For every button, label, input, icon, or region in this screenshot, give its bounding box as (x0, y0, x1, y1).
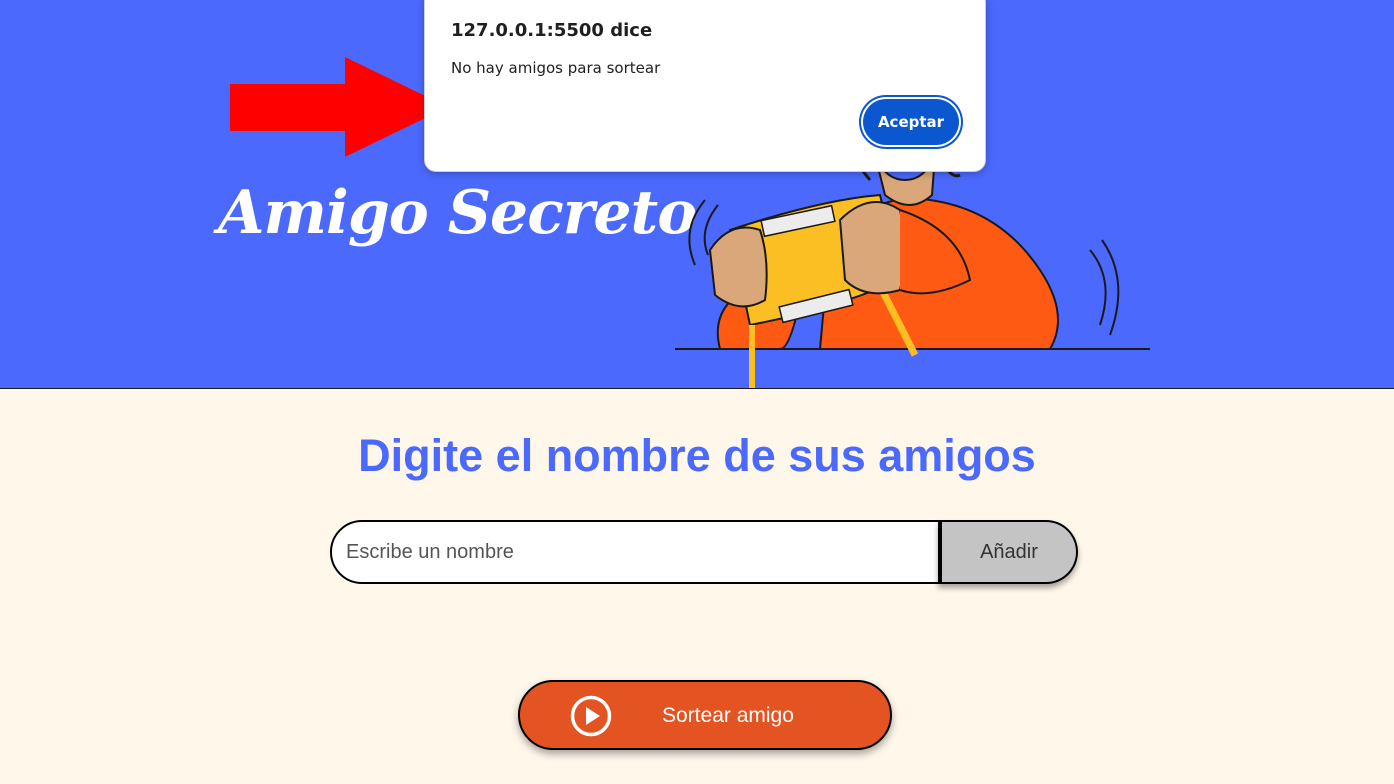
dialog-title: 127.0.0.1:5500 dice (451, 20, 653, 41)
draw-button-label: Sortear amigo (662, 704, 794, 727)
section-subtitle: Digite el nombre de sus amigos (358, 430, 1036, 481)
name-input[interactable] (330, 520, 940, 584)
red-arrow-right-icon (230, 57, 448, 157)
play-circle-icon (570, 695, 612, 737)
dialog-message: No hay amigos para sortear (451, 59, 661, 77)
name-entry-group: Añadir (330, 520, 1078, 584)
accept-button[interactable]: Aceptar (863, 99, 959, 145)
person-holding-box-illustration (675, 154, 1150, 388)
add-button[interactable]: Añadir (938, 520, 1078, 584)
draw-friend-button[interactable]: Sortear amigo (518, 680, 892, 750)
page-title: Amigo Secreto (218, 178, 697, 248)
alert-dialog: 127.0.0.1:5500 dice No hay amigos para s… (424, 0, 986, 172)
